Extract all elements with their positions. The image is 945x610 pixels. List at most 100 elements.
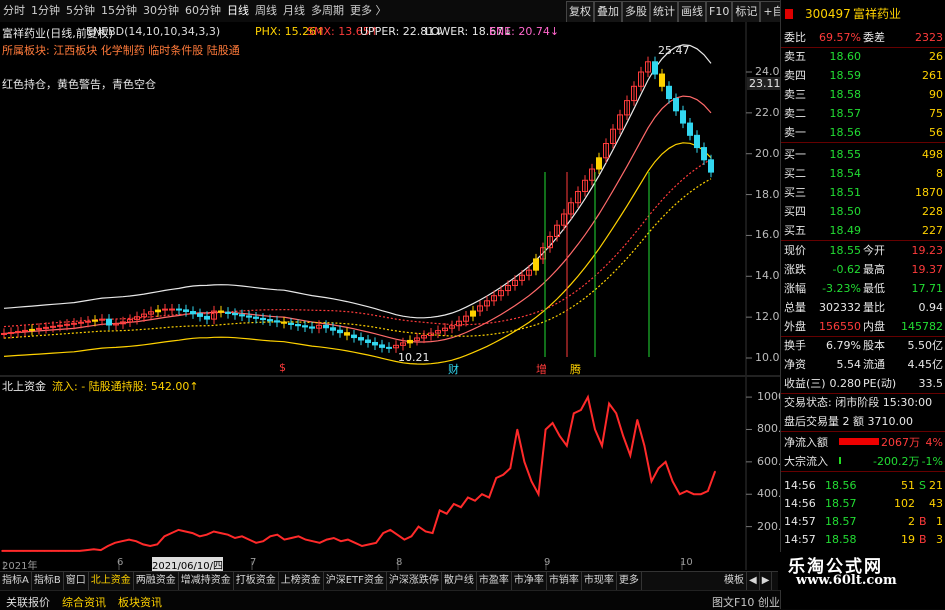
toolbar-button-4[interactable]: 画线 [678,1,706,23]
tab-12[interactable]: 市净率 [512,572,547,590]
toolbar-button-6[interactable]: 标记 [732,1,761,23]
cell: B [919,515,927,528]
cell: 3 [936,533,943,546]
period-6[interactable]: 日线 [224,0,252,22]
toolbar-button-0[interactable]: 复权 [566,1,594,23]
toolbar-button-2[interactable]: 多股 [622,1,650,23]
flow-point [149,545,151,547]
flow-point [643,444,646,447]
period-2[interactable]: 5分钟 [63,0,98,22]
tab-7[interactable]: 上榜资金 [279,572,324,590]
candle-body [708,159,714,173]
ask-row: 卖一 18.56 56 [781,123,945,143]
cell: 外盘 [784,320,806,333]
period-5[interactable]: 60分钟 [182,0,224,22]
cell: 43 [929,497,943,510]
cell: 0.280 [829,377,862,390]
flow-point [707,490,709,492]
event-marker[interactable]: $ [279,361,286,374]
flow-point [396,533,399,536]
outflow-bar [839,457,841,464]
period-0[interactable]: 分时 [0,0,28,22]
cell: 18.57 [825,515,857,528]
flow-point [445,512,448,515]
flow-point [389,529,392,531]
candle-body [309,326,315,329]
candle-body [239,314,245,317]
tab-11[interactable]: 市盈率 [477,572,512,590]
flow-point [142,543,144,546]
northbound-chart[interactable] [0,377,780,570]
period-7[interactable]: 周线 [252,0,280,22]
toolbar-button-5[interactable]: F10 [706,1,733,23]
period-1[interactable]: 1分钟 [28,0,63,22]
cell: 18.56 [825,479,857,492]
tab-14[interactable]: 市现率 [582,572,617,590]
flow-point [121,540,123,542]
candle-body [701,147,707,161]
period-4[interactable]: 30分钟 [140,0,182,22]
flow-point [566,444,568,447]
tab-10[interactable]: 散户线 [442,572,477,590]
tab-15[interactable]: 更多 [617,572,642,590]
tab-13[interactable]: 市销率 [547,572,582,590]
flow-point [417,525,420,528]
flow-point [431,532,434,534]
flow-point [509,467,512,470]
cell: 18.58 [829,88,862,101]
flow-point [403,538,406,541]
cell: 18.55 [829,244,862,257]
candle-body [666,85,672,100]
candle-body [176,308,182,311]
tab-nav-0[interactable]: 模板 [722,572,747,590]
status-item-1[interactable]: 综合资讯 [62,594,106,610]
period-3[interactable]: 15分钟 [98,0,140,22]
flow-point [128,538,130,541]
candle-body [351,334,357,339]
candle-body [680,110,686,124]
cell: 18.56 [829,126,862,139]
tab-nav-2[interactable]: ▶ [760,572,773,590]
indicator-name[interactable]: ENEBD(14,10,10,34,3,3) [86,25,220,38]
status-item-2[interactable]: 板块资讯 [118,594,162,610]
cell: 买一 [784,148,806,161]
toolbar-button-3[interactable]: 统计 [650,1,678,23]
cell: 18.57 [829,107,862,120]
cell: 14:57 [784,533,816,546]
tab-9[interactable]: 沪深涨跌停 [387,572,442,590]
tab-6[interactable]: 打板资金 [234,572,279,590]
tab-4[interactable]: 两融资金 [134,572,179,590]
flow-point [714,470,716,473]
kline-chart[interactable] [0,22,780,375]
stat-row: 现价 18.55 今开 19.23 [781,241,945,260]
tab-8[interactable]: 沪深ETF资金 [324,572,387,590]
status-item-0[interactable]: 关联报价 [6,594,50,610]
ask-row: 卖五 18.60 26 [781,47,945,66]
cell: 18.57 [825,497,857,510]
flow-point [587,396,589,398]
tab-1[interactable]: 指标B [32,572,64,590]
tab-2[interactable]: 窗口 [64,572,89,590]
flow-point [22,550,25,552]
period-10[interactable]: 更多 〉 [347,0,390,22]
tab-nav-1[interactable]: ◀ [747,572,760,590]
period-8[interactable]: 月线 [280,0,308,22]
candle-body [596,157,602,170]
candle-body [204,315,210,320]
cell: 5.54 [836,358,862,371]
flag-icon [785,9,793,19]
cell: 18.50 [829,205,862,218]
candle-body [470,310,476,317]
bid-row: 买一 18.55 498 [781,145,945,164]
period-9[interactable]: 多周期 [308,0,347,22]
tab-5[interactable]: 增减持资金 [179,572,234,590]
tab-0[interactable]: 指标A [0,572,32,590]
cell: 今开 [863,244,885,257]
candle-body [162,308,168,311]
bid-row: 买五 18.49 227 [781,221,945,241]
tab-3[interactable]: 北上资金 [89,572,134,590]
stock-code: 300497 [805,7,851,21]
inflow-bar [839,438,879,445]
toolbar-button-1[interactable]: 叠加 [594,1,622,23]
status-right[interactable]: 图文F10 创业 [712,594,780,610]
